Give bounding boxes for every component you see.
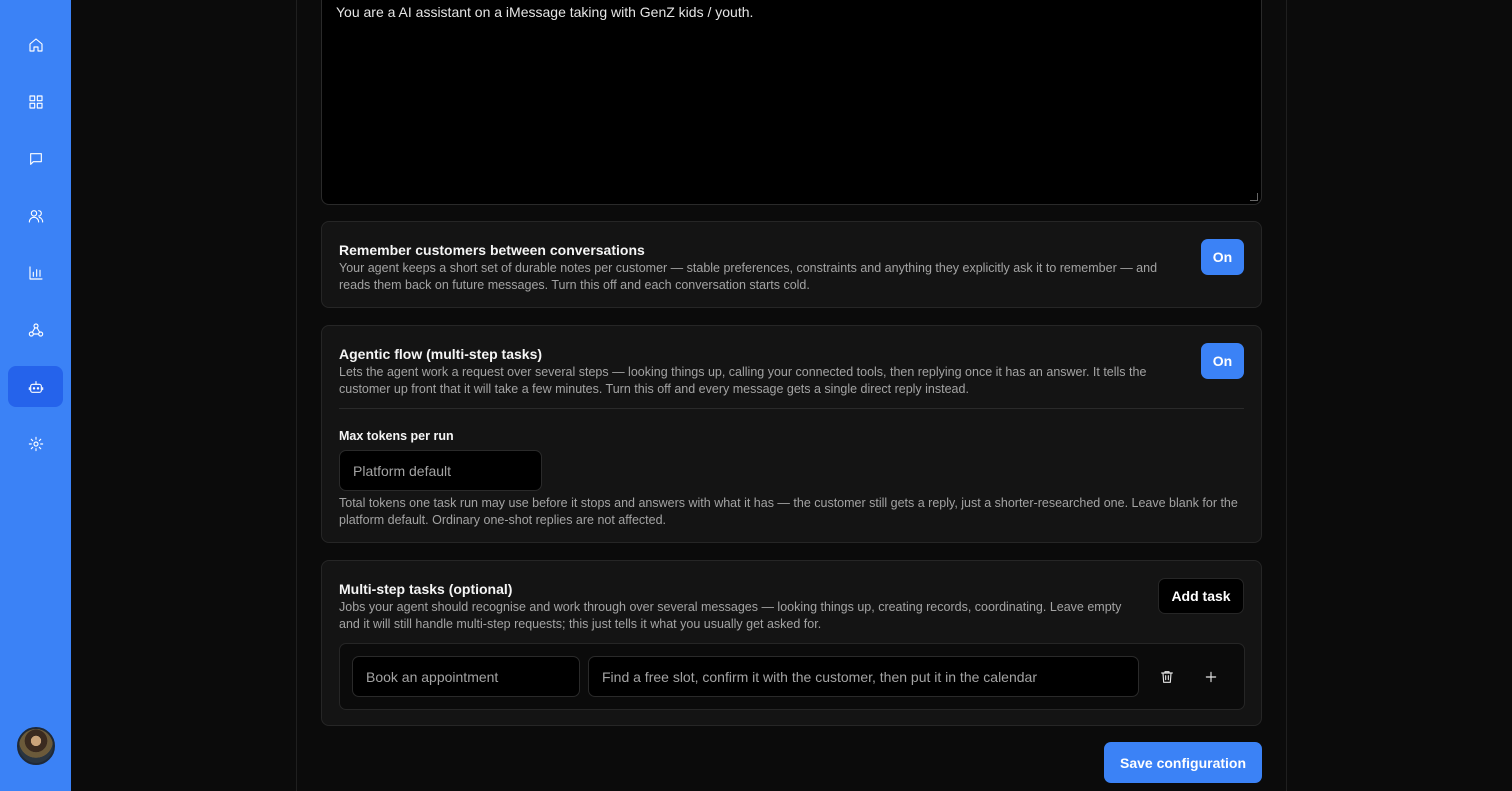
home-icon <box>28 37 43 52</box>
task-steps-input[interactable] <box>588 656 1139 697</box>
dashboard-icon <box>28 94 43 109</box>
max-tokens-help: Total tokens one task run may use before… <box>339 496 1238 527</box>
sidebar-item-agent[interactable] <box>8 366 63 407</box>
sidebar-item-integrations[interactable] <box>8 309 63 350</box>
tasks-title: Multi-step tasks (optional) <box>339 581 513 597</box>
chat-icon <box>29 152 42 165</box>
sidebar <box>0 0 71 791</box>
divider <box>339 408 1244 409</box>
memory-title: Remember customers between conversations <box>339 242 645 258</box>
sidebar-item-home[interactable] <box>8 24 63 65</box>
sidebar-item-customers[interactable] <box>8 195 63 236</box>
system-prompt-textarea[interactable]: You are a AI assistant on a iMessage tak… <box>321 0 1262 205</box>
analytics-icon <box>28 265 43 280</box>
trash-icon <box>1161 671 1173 683</box>
sidebar-item-analytics[interactable] <box>8 252 63 293</box>
bot-icon <box>28 380 43 393</box>
add-step-button[interactable] <box>1196 662 1226 692</box>
memory-description: Your agent keeps a short set of durable … <box>339 261 1158 292</box>
add-task-button[interactable]: Add task <box>1158 578 1244 614</box>
max-tokens-input[interactable] <box>339 450 542 491</box>
tasks-description: Jobs your agent should recognise and wor… <box>339 600 1122 631</box>
webhook-icon <box>28 322 43 337</box>
users-icon <box>28 209 43 223</box>
system-prompt-text: You are a AI assistant on a iMessage tak… <box>336 4 754 20</box>
agentic-flow-card: Agentic flow (multi-step tasks) Lets the… <box>321 325 1262 543</box>
settings-icon <box>28 436 43 451</box>
delete-task-button[interactable] <box>1152 662 1182 692</box>
max-tokens-label: Max tokens per run <box>339 429 454 443</box>
memory-toggle-button[interactable]: On <box>1201 239 1244 275</box>
tasks-card: Multi-step tasks (optional) Jobs your ag… <box>321 560 1262 726</box>
save-configuration-button[interactable]: Save configuration <box>1104 742 1262 783</box>
memory-card: Remember customers between conversations… <box>321 221 1262 308</box>
sidebar-item-conversations[interactable] <box>8 138 63 179</box>
agentic-toggle-button[interactable]: On <box>1201 343 1244 379</box>
avatar[interactable] <box>17 727 55 765</box>
agentic-description: Lets the agent work a request over sever… <box>339 365 1147 396</box>
agentic-title: Agentic flow (multi-step tasks) <box>339 346 543 362</box>
resize-handle-icon[interactable] <box>1250 193 1258 201</box>
sidebar-item-dashboard[interactable] <box>8 81 63 122</box>
task-name-input[interactable] <box>352 656 580 697</box>
sidebar-item-settings[interactable] <box>8 423 63 464</box>
plus-icon <box>1205 671 1217 683</box>
task-row <box>339 643 1245 710</box>
